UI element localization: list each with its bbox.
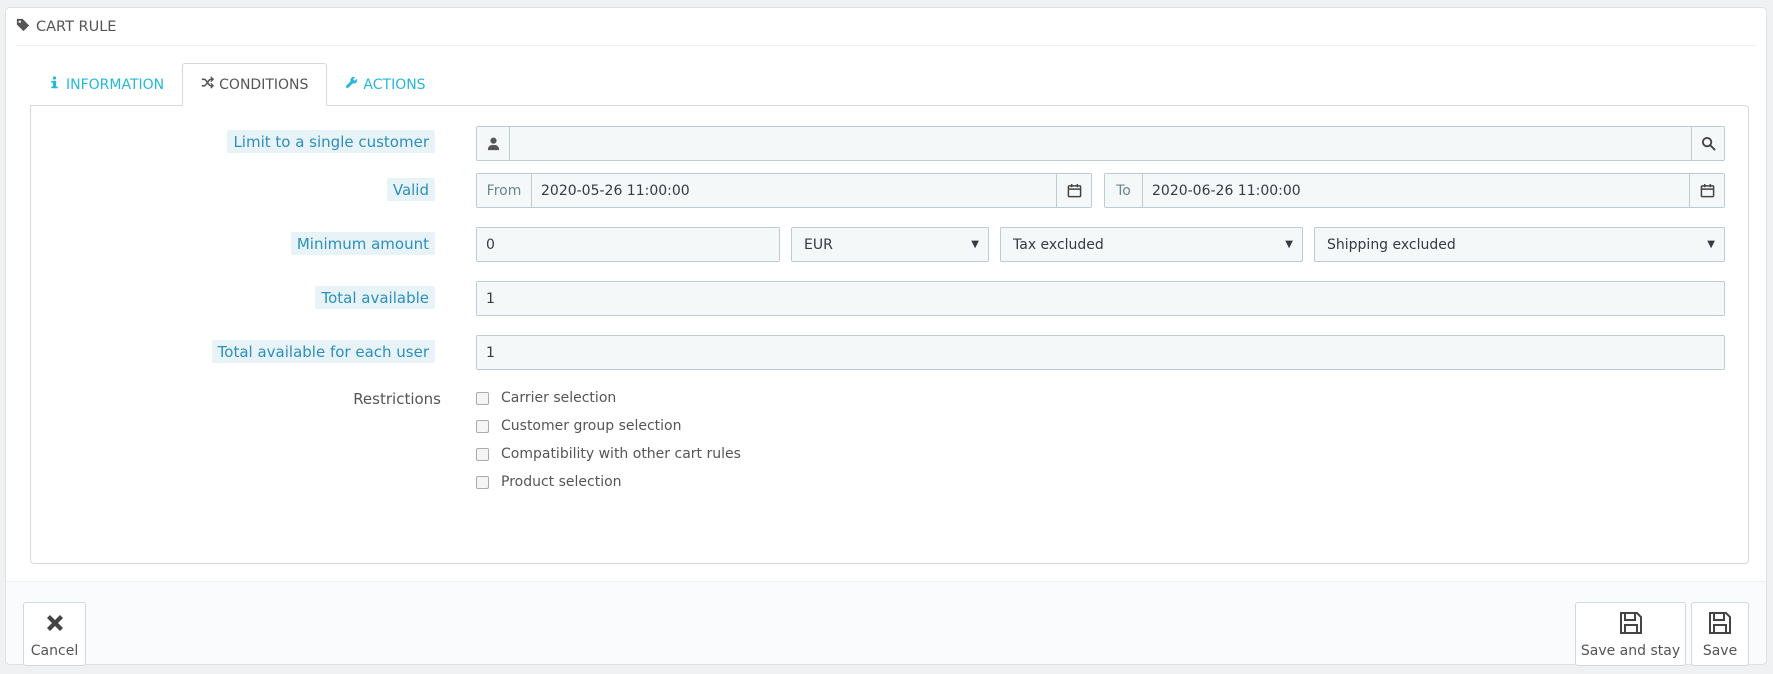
shipping-value: Shipping excluded xyxy=(1327,236,1456,253)
total-per-user-field xyxy=(476,335,1725,370)
minimum-amount-input[interactable] xyxy=(477,228,779,261)
user-icon xyxy=(477,127,510,160)
conditions-form: Limit to a single customer Valid From To xyxy=(30,105,1749,564)
minimum-amount-label: Minimum amount xyxy=(290,232,435,255)
total-per-user-label: Total available for each user xyxy=(211,340,435,363)
save-and-stay-label: Save and stay xyxy=(1580,642,1681,659)
calendar-icon[interactable] xyxy=(1689,174,1724,207)
valid-label: Valid xyxy=(386,178,435,201)
to-addon: To xyxy=(1105,174,1143,207)
info-icon xyxy=(48,76,61,93)
customer-search-input[interactable] xyxy=(510,127,1691,160)
tab-bar: INFORMATION CONDITIONS ACTIONS xyxy=(30,63,444,106)
save-button[interactable]: Save xyxy=(1691,602,1749,666)
checkbox[interactable] xyxy=(476,419,489,433)
from-addon: From xyxy=(477,174,532,207)
save-label: Save xyxy=(1702,642,1738,659)
currency-value: EUR xyxy=(804,236,833,253)
tab-label: ACTIONS xyxy=(363,76,426,93)
calendar-icon[interactable] xyxy=(1056,174,1091,207)
caret-down-icon: ▼ xyxy=(1707,239,1715,250)
panel-heading: CART RULE xyxy=(16,8,1756,46)
total-available-input[interactable] xyxy=(477,282,1724,315)
tag-icon xyxy=(16,18,30,36)
save-and-stay-button[interactable]: Save and stay xyxy=(1575,602,1686,666)
tab-label: INFORMATION xyxy=(66,76,165,93)
total-per-user-input[interactable] xyxy=(477,336,1724,369)
customer-label: Limit to a single customer xyxy=(227,130,435,153)
checkbox[interactable] xyxy=(476,447,489,461)
close-icon xyxy=(42,610,68,640)
restriction-compatibility[interactable]: Compatibility with other cart rules xyxy=(476,446,741,462)
total-available-field xyxy=(476,281,1725,316)
tax-value: Tax excluded xyxy=(1013,236,1104,253)
tab-label: CONDITIONS xyxy=(219,76,309,93)
restriction-product[interactable]: Product selection xyxy=(476,474,622,490)
tab-conditions[interactable]: CONDITIONS xyxy=(182,63,328,106)
cancel-button[interactable]: Cancel xyxy=(23,602,86,666)
tab-actions[interactable]: ACTIONS xyxy=(327,63,443,106)
valid-to-field: To xyxy=(1104,173,1725,208)
checkbox-label: Carrier selection xyxy=(501,390,617,406)
currency-select[interactable]: EUR ▼ xyxy=(791,227,989,262)
checkbox[interactable] xyxy=(476,391,489,405)
shuffle-icon xyxy=(201,76,215,93)
restriction-customer-group[interactable]: Customer group selection xyxy=(476,418,682,434)
restrictions-label: Restrictions xyxy=(353,390,441,408)
valid-to-input[interactable] xyxy=(1143,174,1689,207)
checkbox-label: Product selection xyxy=(501,474,622,490)
checkbox-label: Compatibility with other cart rules xyxy=(501,446,741,462)
panel-title: CART RULE xyxy=(36,18,117,35)
cancel-label: Cancel xyxy=(30,642,79,659)
save-icon xyxy=(1618,610,1644,640)
tab-information[interactable]: INFORMATION xyxy=(30,63,182,106)
panel-footer: Cancel Save and stay Save xyxy=(6,581,1766,666)
cart-rule-panel: CART RULE INFORMATION CONDITIONS ACTIONS… xyxy=(5,7,1767,666)
caret-down-icon: ▼ xyxy=(971,239,979,250)
search-icon[interactable] xyxy=(1691,127,1724,160)
wrench-icon xyxy=(345,76,358,93)
shipping-select[interactable]: Shipping excluded ▼ xyxy=(1314,227,1725,262)
total-available-label: Total available xyxy=(315,286,435,309)
save-icon xyxy=(1707,610,1733,640)
minimum-amount-field xyxy=(476,227,780,262)
checkbox-label: Customer group selection xyxy=(501,418,682,434)
tax-select[interactable]: Tax excluded ▼ xyxy=(1000,227,1303,262)
restriction-carrier[interactable]: Carrier selection xyxy=(476,390,616,406)
customer-field xyxy=(476,126,1725,161)
caret-down-icon: ▼ xyxy=(1285,239,1293,250)
valid-from-input[interactable] xyxy=(532,174,1056,207)
checkbox[interactable] xyxy=(476,475,489,489)
valid-from-field: From xyxy=(476,173,1092,208)
